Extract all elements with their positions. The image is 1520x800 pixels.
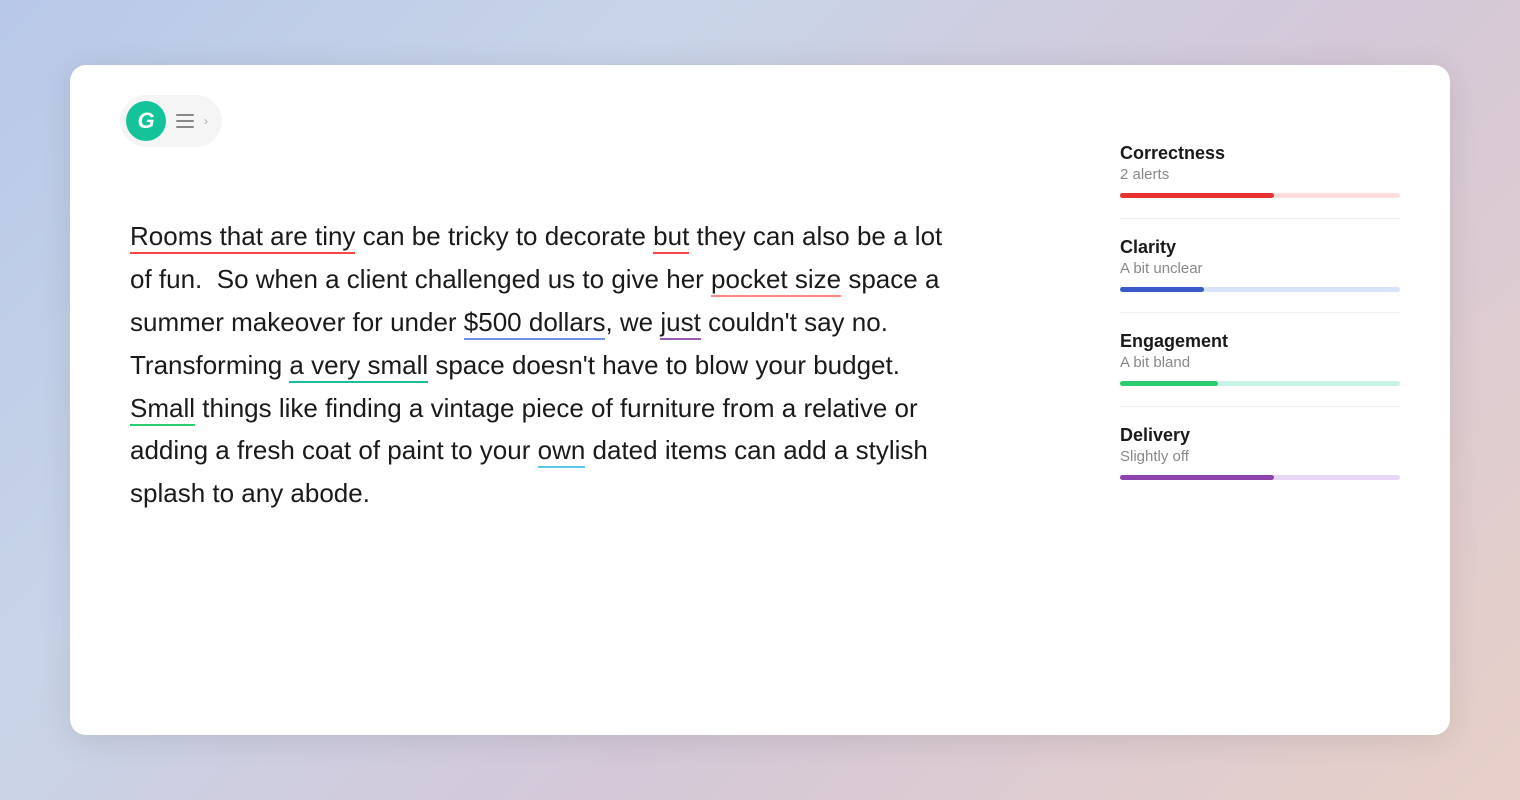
highlight-own: own xyxy=(538,435,586,468)
engagement-progress-fill xyxy=(1120,381,1218,386)
delivery-progress-bar xyxy=(1120,475,1400,480)
delivery-subtitle: Slightly off xyxy=(1120,448,1400,465)
highlight-just: just xyxy=(660,307,700,340)
main-content-area: Rooms that are tiny can be tricky to dec… xyxy=(130,105,1120,695)
clarity-progress-fill xyxy=(1120,287,1204,292)
highlight-rooms-tiny: Rooms that are tiny xyxy=(130,221,355,254)
correctness-subtitle: 2 alerts xyxy=(1120,166,1400,183)
engagement-progress-bar xyxy=(1120,381,1400,386)
chevron-right-icon: › xyxy=(204,114,208,128)
highlight-very-small: a very small xyxy=(289,350,428,383)
correctness-progress-bar xyxy=(1120,193,1400,198)
highlight-small: Small xyxy=(130,393,195,426)
engagement-title: Engagement xyxy=(1120,331,1400,352)
engagement-subtitle: A bit bland xyxy=(1120,354,1400,371)
document-text: Rooms that are tiny can be tricky to dec… xyxy=(130,215,950,515)
highlight-500-dollars: $500 dollars xyxy=(464,307,606,340)
metric-clarity: Clarity A bit unclear xyxy=(1120,219,1400,313)
main-card: G › Rooms that are tiny can be tricky to… xyxy=(70,65,1450,735)
highlight-but: but xyxy=(653,221,689,254)
metric-engagement: Engagement A bit bland xyxy=(1120,313,1400,407)
menu-icon[interactable] xyxy=(176,114,194,128)
metric-correctness: Correctness 2 alerts xyxy=(1120,125,1400,219)
delivery-title: Delivery xyxy=(1120,425,1400,446)
grammarly-logo-icon: G xyxy=(126,101,166,141)
correctness-progress-fill xyxy=(1120,193,1274,198)
metric-delivery: Delivery Slightly off xyxy=(1120,407,1400,500)
metrics-sidebar: Correctness 2 alerts Clarity A bit uncle… xyxy=(1120,105,1400,695)
toolbar: G › xyxy=(120,95,222,147)
delivery-progress-fill xyxy=(1120,475,1274,480)
correctness-title: Correctness xyxy=(1120,143,1400,164)
clarity-subtitle: A bit unclear xyxy=(1120,260,1400,277)
clarity-progress-bar xyxy=(1120,287,1400,292)
highlight-pocket-size: pocket size xyxy=(711,264,841,297)
clarity-title: Clarity xyxy=(1120,237,1400,258)
